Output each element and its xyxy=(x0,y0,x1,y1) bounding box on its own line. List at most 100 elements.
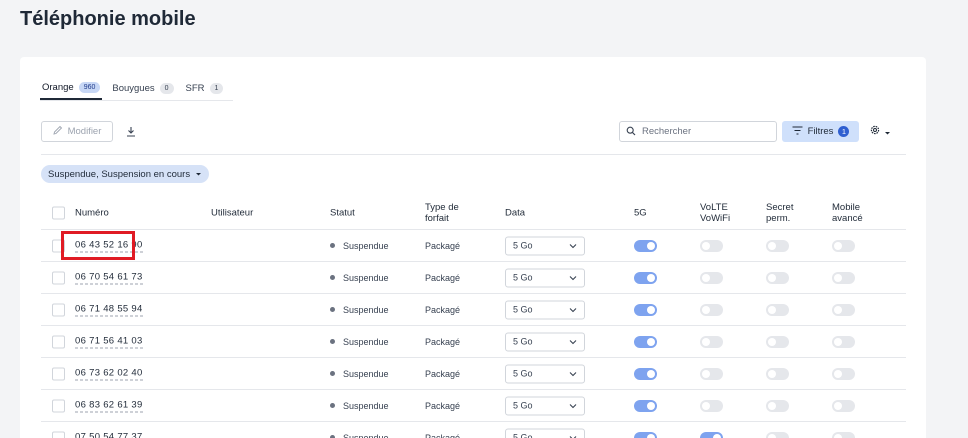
select-all-checkbox[interactable] xyxy=(52,206,65,220)
toggle-mobile-avance[interactable] xyxy=(832,335,855,348)
row-checkbox[interactable] xyxy=(52,239,65,252)
toggle-volte-vowifi[interactable] xyxy=(700,431,723,438)
data-select[interactable]: 5 Go xyxy=(505,236,585,255)
data-select[interactable]: 5 Go xyxy=(505,364,585,383)
toggle-volte-vowifi[interactable] xyxy=(700,239,723,252)
row-checkbox[interactable] xyxy=(52,271,65,284)
toggle-volte-vowifi[interactable] xyxy=(700,335,723,348)
tab-bouygues[interactable]: Bouygues 0 xyxy=(110,77,175,100)
toggle-mobile-avance[interactable] xyxy=(832,303,855,316)
data-select[interactable]: 5 Go xyxy=(505,268,585,287)
table-row[interactable]: 06 83 62 61 39 Suspendue Packagé 5 Go xyxy=(41,390,906,422)
status-dot-icon xyxy=(330,243,335,248)
toggle-5g[interactable] xyxy=(634,335,657,348)
status-dot-icon xyxy=(330,307,335,312)
toggle-secret-perm[interactable] xyxy=(766,239,789,252)
filtres-button[interactable]: Filtres 1 xyxy=(782,121,859,142)
toggle-mobile-avance[interactable] xyxy=(832,367,855,380)
header-volte-vowifi[interactable]: VoLTE VoWiFi xyxy=(700,202,730,224)
status-cell: Suspendue xyxy=(330,273,389,283)
forfait-type: Packagé xyxy=(425,432,461,438)
data-select[interactable]: 5 Go xyxy=(505,332,585,351)
table-row[interactable]: 06 43 52 16 90 Suspendue Packagé 5 Go xyxy=(41,230,906,262)
toggle-secret-perm[interactable] xyxy=(766,335,789,348)
status-filter-chip[interactable]: Suspendue, Suspension en cours xyxy=(41,165,210,183)
toggle-5g[interactable] xyxy=(634,431,657,438)
chevron-down-icon xyxy=(569,241,577,251)
filter-icon xyxy=(792,125,803,138)
phone-number-link[interactable]: 06 71 48 55 94 xyxy=(75,303,143,316)
toggle-secret-perm[interactable] xyxy=(766,303,789,316)
header-secret-line1: Secret xyxy=(766,202,794,213)
toggle-5g[interactable] xyxy=(634,239,657,252)
header-mobile-line2: avancé xyxy=(832,213,863,224)
tab-sfr[interactable]: SFR 1 xyxy=(184,77,226,100)
toggle-5g[interactable] xyxy=(634,399,657,412)
caret-down-icon xyxy=(884,123,891,141)
status-cell: Suspendue xyxy=(330,433,389,438)
data-select[interactable]: 5 Go xyxy=(505,396,585,415)
row-checkbox[interactable] xyxy=(52,335,65,348)
header-utilisateur[interactable]: Utilisateur xyxy=(211,208,253,219)
row-checkbox[interactable] xyxy=(52,399,65,412)
toggle-mobile-avance[interactable] xyxy=(832,431,855,438)
column-settings-button[interactable] xyxy=(869,123,899,140)
toggle-volte-vowifi[interactable] xyxy=(700,271,723,284)
header-data[interactable]: Data xyxy=(505,208,525,219)
data-select[interactable]: 5 Go xyxy=(505,428,585,438)
data-select[interactable]: 5 Go xyxy=(505,300,585,319)
toggle-secret-perm[interactable] xyxy=(766,271,789,284)
toggle-5g[interactable] xyxy=(634,271,657,284)
table-row[interactable]: 06 71 56 41 03 Suspendue Packagé 5 Go xyxy=(41,326,906,358)
row-checkbox[interactable] xyxy=(52,367,65,380)
toggle-5g[interactable] xyxy=(634,367,657,380)
toggle-secret-perm[interactable] xyxy=(766,399,789,412)
filtres-count-badge: 1 xyxy=(838,126,850,137)
toggle-mobile-avance[interactable] xyxy=(832,271,855,284)
toggle-volte-vowifi[interactable] xyxy=(700,303,723,316)
header-secret-line2: perm. xyxy=(766,213,791,224)
status-dot-icon xyxy=(330,403,335,408)
tab-count-badge: 0 xyxy=(159,83,174,94)
header-secret-perm[interactable]: Secret perm. xyxy=(766,202,793,224)
toggle-5g[interactable] xyxy=(634,303,657,316)
header-statut[interactable]: Statut xyxy=(330,208,355,219)
status-cell: Suspendue xyxy=(330,241,389,251)
tab-label: Bouygues xyxy=(112,83,155,94)
tab-orange[interactable]: Orange 960 xyxy=(40,77,103,100)
table-row[interactable]: 06 71 48 55 94 Suspendue Packagé 5 Go xyxy=(41,294,906,326)
row-checkbox[interactable] xyxy=(52,431,65,438)
header-mobile-avance[interactable]: Mobile avancé xyxy=(832,202,863,224)
status-label: Suspendue xyxy=(343,336,389,347)
phone-number-link[interactable]: 06 71 56 41 03 xyxy=(75,335,143,348)
table-row[interactable]: 06 73 62 02 40 Suspendue Packagé 5 Go xyxy=(41,358,906,390)
caret-down-icon xyxy=(195,169,202,180)
header-type-forfait[interactable]: Type de forfait xyxy=(425,202,459,224)
forfait-type: Packagé xyxy=(425,304,461,315)
header-numero[interactable]: Numéro xyxy=(75,208,109,219)
status-cell: Suspendue xyxy=(330,305,389,315)
header-5g[interactable]: 5G xyxy=(634,208,647,219)
download-icon[interactable] xyxy=(123,123,139,139)
table-row[interactable]: 07 50 54 77 37 Suspendue Packagé 5 Go xyxy=(41,422,906,438)
phone-number-link[interactable]: 07 50 54 77 37 xyxy=(75,431,143,438)
main-card: Orange 960 Bouygues 0 SFR 1 Modifier Rec… xyxy=(20,57,926,438)
chevron-down-icon xyxy=(569,369,577,379)
phone-number-link[interactable]: 06 83 62 61 39 xyxy=(75,399,143,412)
toggle-mobile-avance[interactable] xyxy=(832,239,855,252)
phone-number-link[interactable]: 06 73 62 02 40 xyxy=(75,367,143,380)
table-row[interactable]: 06 70 54 61 73 Suspendue Packagé 5 Go xyxy=(41,262,906,294)
chevron-down-icon xyxy=(569,401,577,411)
header-volte-line2: VoWiFi xyxy=(700,213,731,224)
toggle-mobile-avance[interactable] xyxy=(832,399,855,412)
toggle-secret-perm[interactable] xyxy=(766,367,789,380)
toggle-volte-vowifi[interactable] xyxy=(700,367,723,380)
toggle-volte-vowifi[interactable] xyxy=(700,399,723,412)
status-dot-icon xyxy=(330,275,335,280)
toggle-secret-perm[interactable] xyxy=(766,431,789,438)
search-input[interactable] xyxy=(642,126,762,137)
row-checkbox[interactable] xyxy=(52,303,65,316)
modifier-button[interactable]: Modifier xyxy=(41,121,113,142)
phone-number-link[interactable]: 06 43 52 16 90 xyxy=(75,239,143,252)
phone-number-link[interactable]: 06 70 54 61 73 xyxy=(75,271,143,284)
